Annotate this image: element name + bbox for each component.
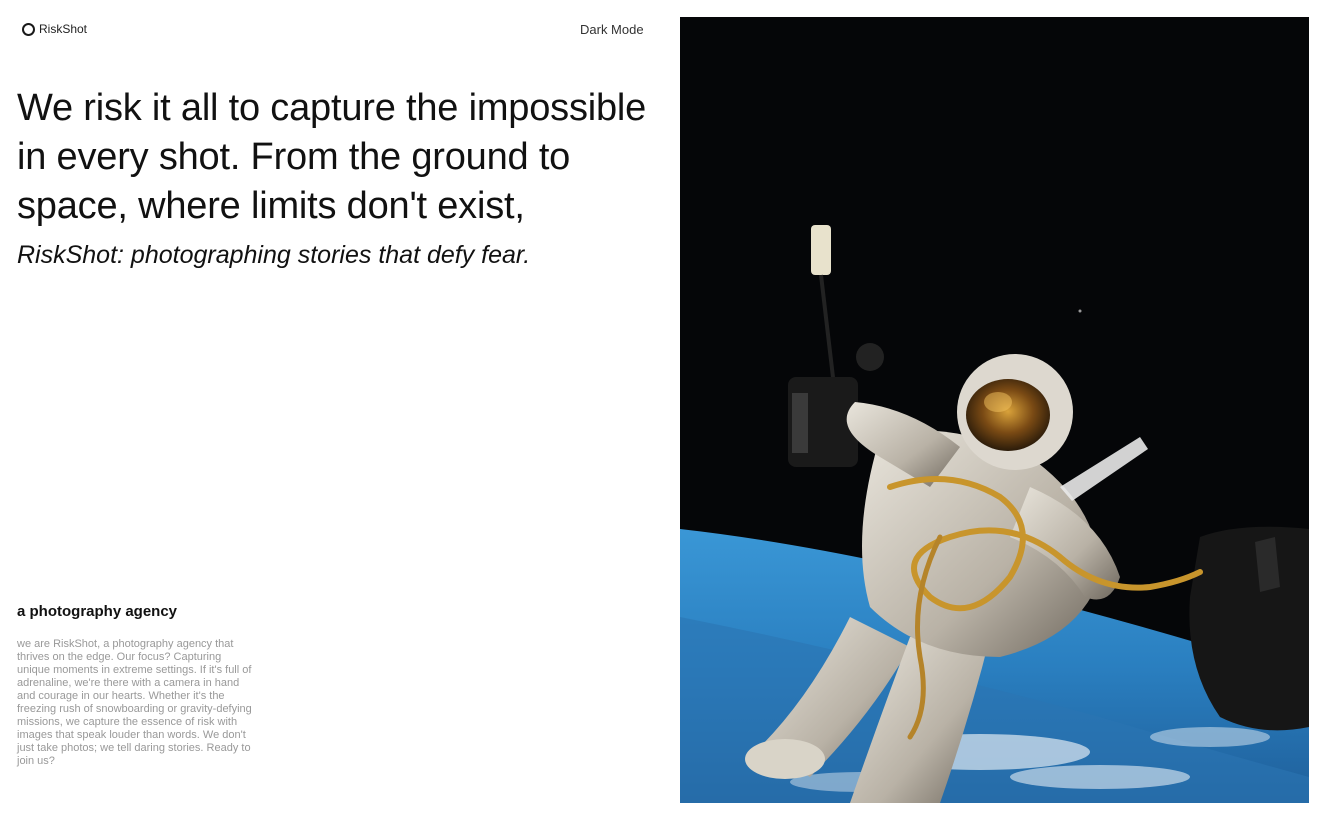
circle-logo-icon bbox=[22, 22, 35, 36]
astronaut-photo bbox=[680, 17, 1309, 803]
about-section: a photography agency we are RiskShot, a … bbox=[17, 603, 257, 768]
hero-tagline: RiskShot: photographing stories that def… bbox=[17, 241, 531, 269]
brand-logo[interactable]: RiskShot bbox=[22, 22, 87, 36]
astronaut-illustration bbox=[680, 17, 1309, 803]
hero-headline: We risk it all to capture the impossible… bbox=[17, 87, 647, 227]
hero-section: We risk it all to capture the impossible… bbox=[17, 84, 657, 271]
page: RiskShot Dark Mode We risk it all to cap… bbox=[0, 0, 1326, 828]
dark-mode-toggle[interactable]: Dark Mode bbox=[580, 22, 644, 37]
about-title: a photography agency bbox=[17, 603, 178, 620]
about-body: we are RiskShot, a photography agency th… bbox=[17, 638, 252, 767]
brand-name: RiskShot bbox=[39, 22, 88, 36]
